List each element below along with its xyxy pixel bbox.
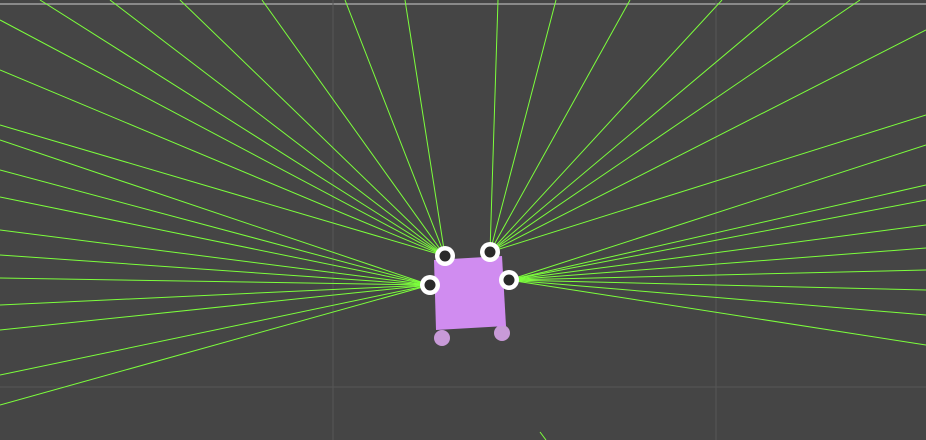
sensor-ray-27 — [0, 254, 431, 286]
sensor-ray-3 — [0, 124, 446, 257]
sensor-core — [484, 246, 496, 258]
sensor-right[interactable] — [499, 270, 519, 290]
sensor-ray-23 — [0, 284, 431, 331]
sensor-ray-24 — [0, 284, 431, 376]
sensor-core — [503, 274, 515, 286]
sensor-ray-14 — [489, 0, 791, 253]
sensor-core — [439, 250, 451, 262]
robot-body[interactable] — [434, 256, 506, 330]
stray-ray-segment — [539, 431, 547, 440]
sensor-left[interactable] — [420, 275, 440, 295]
sensor-ray-18 — [0, 169, 431, 286]
sensor-ray-26 — [0, 139, 431, 286]
sensor-ray-29 — [508, 184, 926, 281]
sensor-ray-16 — [489, 29, 926, 253]
sensor-ray-15 — [489, 0, 861, 253]
sensor-ray-21 — [0, 277, 431, 286]
sensor-ray-10 — [489, 0, 499, 253]
sensor-ray-34 — [508, 279, 926, 346]
grid-lines — [0, 0, 926, 440]
sensor-rays — [0, 0, 926, 406]
sensor-ray-22 — [0, 284, 431, 306]
sensor-front-right[interactable] — [480, 242, 500, 262]
sensor-ray-6 — [179, 0, 446, 257]
sensor-ray-17 — [489, 114, 926, 253]
sensor-ray-1 — [0, 19, 446, 257]
wheel-rear-left[interactable] — [434, 330, 450, 346]
wheel-rear-right[interactable] — [494, 325, 510, 341]
robot[interactable] — [420, 242, 519, 346]
sensor-front-left[interactable] — [435, 246, 455, 266]
sensor-ray-19 — [0, 196, 431, 286]
sensor-ray-13 — [489, 0, 723, 253]
sensor-ray-20 — [0, 229, 431, 286]
scene-viewport[interactable] — [0, 0, 926, 440]
sensor-ray-9 — [404, 0, 446, 257]
sensor-core — [424, 279, 436, 291]
scene-canvas[interactable] — [0, 0, 926, 440]
